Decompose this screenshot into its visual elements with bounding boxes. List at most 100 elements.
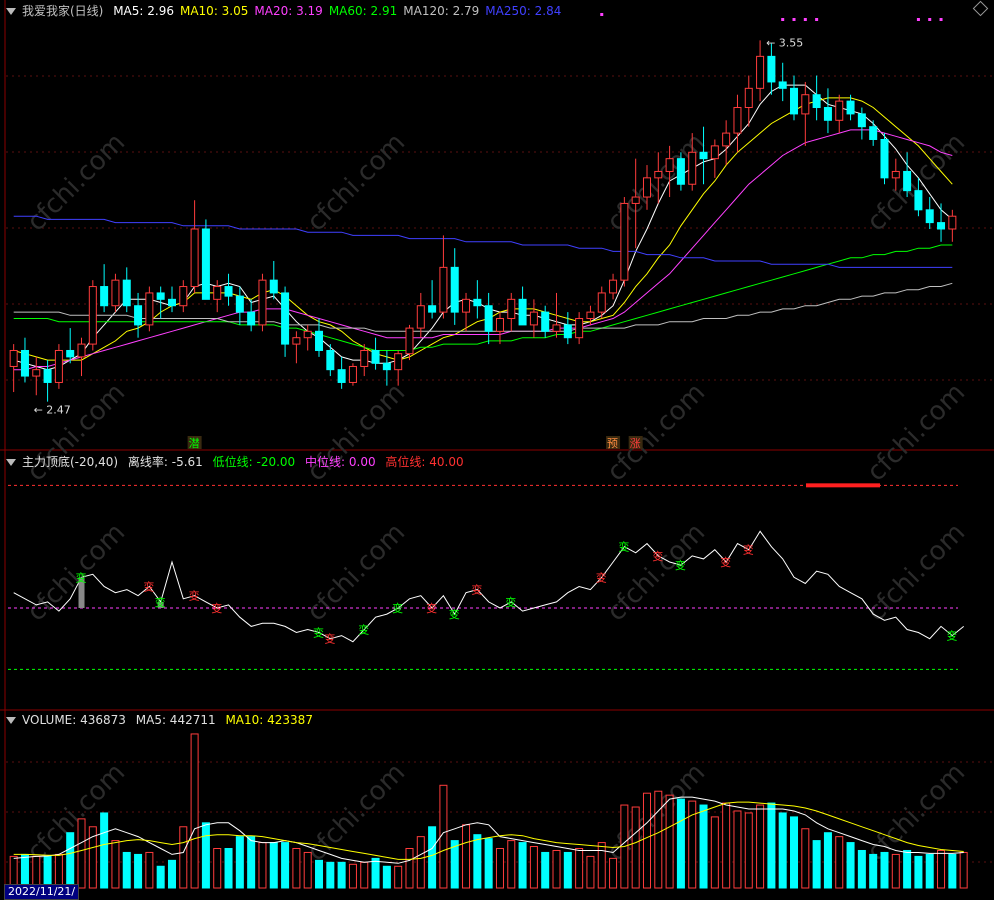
- candle[interactable]: [360, 349, 369, 367]
- volume-bar[interactable]: [676, 798, 685, 889]
- volume-bar[interactable]: [416, 836, 425, 889]
- candle[interactable]: [416, 305, 425, 329]
- candle[interactable]: [43, 369, 52, 383]
- candle[interactable]: [733, 107, 742, 134]
- candle[interactable]: [835, 100, 844, 121]
- candle[interactable]: [281, 292, 290, 345]
- candle[interactable]: [710, 145, 719, 160]
- candle[interactable]: [495, 318, 504, 332]
- volume-bar[interactable]: [733, 810, 742, 889]
- candle[interactable]: [823, 107, 832, 121]
- candle[interactable]: [552, 324, 561, 332]
- volume-bar[interactable]: [258, 842, 267, 889]
- candle[interactable]: [145, 292, 154, 326]
- candle[interactable]: [337, 369, 346, 383]
- volume-bar[interactable]: [812, 840, 821, 889]
- candle[interactable]: [484, 305, 493, 332]
- candle[interactable]: [699, 151, 708, 160]
- candle[interactable]: [518, 298, 527, 326]
- candle[interactable]: [778, 81, 787, 89]
- volume-bar[interactable]: [790, 816, 799, 889]
- volume-bar[interactable]: [134, 853, 143, 889]
- collapse-triangle-icon[interactable]: [6, 8, 16, 15]
- volume-bar[interactable]: [315, 859, 324, 889]
- volume-bar[interactable]: [269, 842, 278, 889]
- volume-bar[interactable]: [937, 849, 946, 889]
- volume-bar[interactable]: [235, 836, 244, 889]
- candle[interactable]: [756, 55, 765, 89]
- volume-bar[interactable]: [835, 836, 844, 889]
- volume-bar[interactable]: [281, 842, 290, 889]
- candle[interactable]: [473, 298, 482, 307]
- candle[interactable]: [812, 94, 821, 109]
- candle[interactable]: [54, 349, 63, 383]
- collapse-triangle-icon[interactable]: [6, 459, 16, 466]
- volume-bar[interactable]: [552, 849, 561, 889]
- candle[interactable]: [790, 87, 799, 115]
- candle[interactable]: [597, 292, 606, 313]
- candle[interactable]: [937, 222, 946, 230]
- candle[interactable]: [925, 209, 934, 224]
- volume-bar[interactable]: [744, 812, 753, 889]
- candle[interactable]: [167, 298, 176, 307]
- candle[interactable]: [563, 324, 572, 339]
- candle[interactable]: [315, 330, 324, 351]
- candle[interactable]: [382, 362, 391, 371]
- candle[interactable]: [869, 126, 878, 140]
- volume-bar[interactable]: [575, 848, 584, 889]
- candle[interactable]: [100, 286, 109, 307]
- volume-bar[interactable]: [925, 853, 934, 889]
- candle[interactable]: [575, 318, 584, 339]
- volume-bar[interactable]: [247, 836, 256, 889]
- candle[interactable]: [292, 337, 301, 345]
- candle[interactable]: [654, 170, 663, 179]
- candle[interactable]: [77, 343, 86, 358]
- candle[interactable]: [20, 349, 29, 377]
- candle[interactable]: [394, 353, 403, 371]
- candle[interactable]: [439, 266, 448, 313]
- volume-bar[interactable]: [722, 802, 731, 889]
- volume-bar[interactable]: [880, 851, 889, 889]
- candle[interactable]: [846, 100, 855, 115]
- volume-bar[interactable]: [371, 857, 380, 889]
- volume-bar[interactable]: [462, 824, 471, 889]
- collapse-triangle-icon[interactable]: [6, 717, 16, 724]
- chart-stage[interactable]: cfchi.com cfchi.com cfchi.com cfchi.comcfch…: [0, 0, 994, 898]
- candle[interactable]: [111, 279, 120, 307]
- volume-bar[interactable]: [360, 861, 369, 889]
- candle[interactable]: [541, 311, 550, 332]
- candle[interactable]: [688, 151, 697, 185]
- volume-bar[interactable]: [292, 848, 301, 889]
- candle[interactable]: [122, 279, 131, 307]
- volume-bar[interactable]: [54, 853, 63, 889]
- volume-bar[interactable]: [948, 853, 957, 889]
- candle[interactable]: [722, 132, 731, 147]
- candle[interactable]: [767, 55, 776, 83]
- volume-bar[interactable]: [699, 804, 708, 889]
- volume-bar[interactable]: [145, 851, 154, 889]
- candle[interactable]: [326, 349, 335, 371]
- candle[interactable]: [586, 311, 595, 320]
- volume-bar[interactable]: [190, 733, 199, 889]
- candle[interactable]: [948, 215, 957, 230]
- candle[interactable]: [880, 138, 889, 179]
- volume-bar[interactable]: [665, 794, 674, 889]
- volume-bar[interactable]: [77, 818, 86, 889]
- volume-bar[interactable]: [428, 826, 437, 889]
- candle[interactable]: [235, 295, 244, 313]
- volume-bar[interactable]: [767, 802, 776, 889]
- candle[interactable]: [156, 292, 165, 300]
- volume-bar[interactable]: [224, 848, 233, 889]
- volume-bar[interactable]: [857, 849, 866, 889]
- candle[interactable]: [179, 286, 188, 307]
- volume-bar[interactable]: [586, 855, 595, 889]
- volume-bar[interactable]: [326, 861, 335, 889]
- candle[interactable]: [134, 305, 143, 326]
- volume-bar[interactable]: [903, 849, 912, 889]
- volume-bar[interactable]: [710, 816, 719, 889]
- volume-bar[interactable]: [201, 822, 210, 889]
- candle[interactable]: [247, 311, 256, 326]
- volume-bar[interactable]: [823, 832, 832, 889]
- volume-bar[interactable]: [563, 851, 572, 889]
- candle[interactable]: [201, 228, 210, 300]
